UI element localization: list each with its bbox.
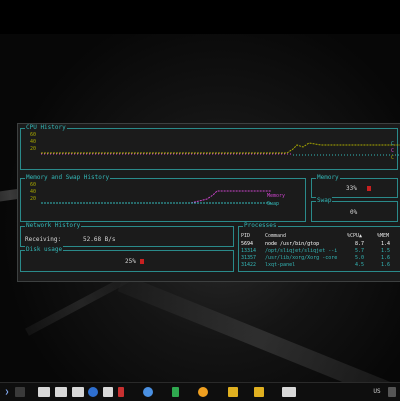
process-mem: 1.6 <box>381 262 391 268</box>
col-command[interactable]: Command <box>265 233 286 240</box>
window-thumbnail-icon[interactable] <box>38 387 50 397</box>
process-mem: 1.5 <box>381 248 391 254</box>
memory-panel: Memory 33% <box>311 174 398 198</box>
process-mem: 1.6 <box>381 255 391 261</box>
cpu-history-panel: CPU History 60 40 20 C C C <box>20 124 400 170</box>
process-pid: 31422 <box>241 262 257 268</box>
process-cpu: 5.0 <box>355 255 365 261</box>
memory-swap-history-title: Memory and Swap History <box>25 174 111 182</box>
process-command: /usr/lib/xorg/Xorg -core <box>265 255 338 261</box>
swap-legend: Swap <box>267 201 280 207</box>
memory-usage-marker <box>367 186 371 191</box>
cpu-legend-mark: C <box>391 155 395 161</box>
process-cpu: 5.7 <box>355 248 365 254</box>
top-dark-strip <box>0 0 400 34</box>
file-manager-icon[interactable] <box>103 387 113 397</box>
network-history-panel: Network History Receiving: 52.68 B/s <box>20 222 234 247</box>
redo-icon[interactable] <box>254 387 264 397</box>
swap-title: Swap <box>316 197 333 205</box>
mem-tick: 40 <box>30 189 37 195</box>
network-history-title: Network History <box>25 222 82 230</box>
gtop-window[interactable]: CPU History 60 40 20 C C C Memory and Sw… <box>17 123 400 282</box>
mem-tick: 20 <box>30 196 37 202</box>
process-pid: 31357 <box>241 255 257 261</box>
swap-value: 0% <box>350 209 358 216</box>
mem-tick: 60 <box>30 182 37 188</box>
process-mem: 1.4 <box>381 241 391 247</box>
app-icon[interactable] <box>198 387 208 397</box>
spreadsheet-icon[interactable] <box>172 387 179 397</box>
cpu-history-title: CPU History <box>25 124 67 132</box>
col-cpu[interactable]: %CPU▲ <box>347 233 362 240</box>
background-beam <box>117 274 400 382</box>
disk-usage-title: Disk usage <box>25 246 64 254</box>
memory-swap-graph <box>41 190 271 204</box>
cpu-tick: 60 <box>30 132 37 138</box>
process-pid: 5694 <box>241 241 254 247</box>
disk-usage-value: 25% <box>125 258 136 265</box>
terminal-icon[interactable] <box>282 387 296 397</box>
browser-icon[interactable] <box>88 387 98 397</box>
memory-title: Memory <box>316 174 340 182</box>
show-desktop-icon[interactable] <box>15 387 25 397</box>
memory-value: 33% <box>346 185 357 192</box>
cpu-tick: 20 <box>30 146 37 152</box>
swap-panel: Swap 0% <box>311 197 398 222</box>
process-cpu: 8.7 <box>355 241 365 247</box>
taskbar: ❯ US <box>0 382 400 401</box>
receiving-label: Receiving: <box>25 236 62 243</box>
process-command: node /usr/bin/gtop <box>265 241 320 247</box>
keyboard-layout-indicator[interactable]: US <box>370 387 384 397</box>
disk-usage-panel: Disk usage 25% <box>20 246 234 272</box>
app-icon[interactable] <box>118 387 124 397</box>
volume-icon[interactable] <box>388 387 396 397</box>
memory-swap-history-panel: Memory and Swap History 60 40 20 Memory … <box>20 174 306 222</box>
cpu-legend-mark: C <box>391 141 395 147</box>
process-command: lxqt-panel <box>265 262 296 268</box>
start-menu-arrow-icon[interactable]: ❯ <box>3 387 11 397</box>
window-thumbnail-icon[interactable] <box>72 387 84 397</box>
cpu-tick: 40 <box>30 139 37 145</box>
memory-legend: Memory <box>267 193 286 199</box>
processes-panel[interactable]: Processes PID Command %CPU▲ %MEM 5694 no… <box>238 222 400 272</box>
process-pid: 13314 <box>241 248 257 254</box>
col-mem[interactable]: %MEM <box>377 233 389 240</box>
col-pid[interactable]: PID <box>241 233 250 240</box>
window-thumbnail-icon[interactable] <box>55 387 67 397</box>
undo-icon[interactable] <box>228 387 238 397</box>
app-icon[interactable] <box>143 387 153 397</box>
receiving-value: 52.68 B/s <box>83 236 116 243</box>
process-command: /opt/sliqjet/sliqjet --i <box>265 248 338 254</box>
processes-title: Processes <box>243 222 278 230</box>
process-cpu: 4.5 <box>355 262 365 268</box>
cpu-history-graph <box>41 142 400 156</box>
cpu-legend-mark: C <box>391 148 395 154</box>
disk-usage-marker <box>140 259 144 264</box>
